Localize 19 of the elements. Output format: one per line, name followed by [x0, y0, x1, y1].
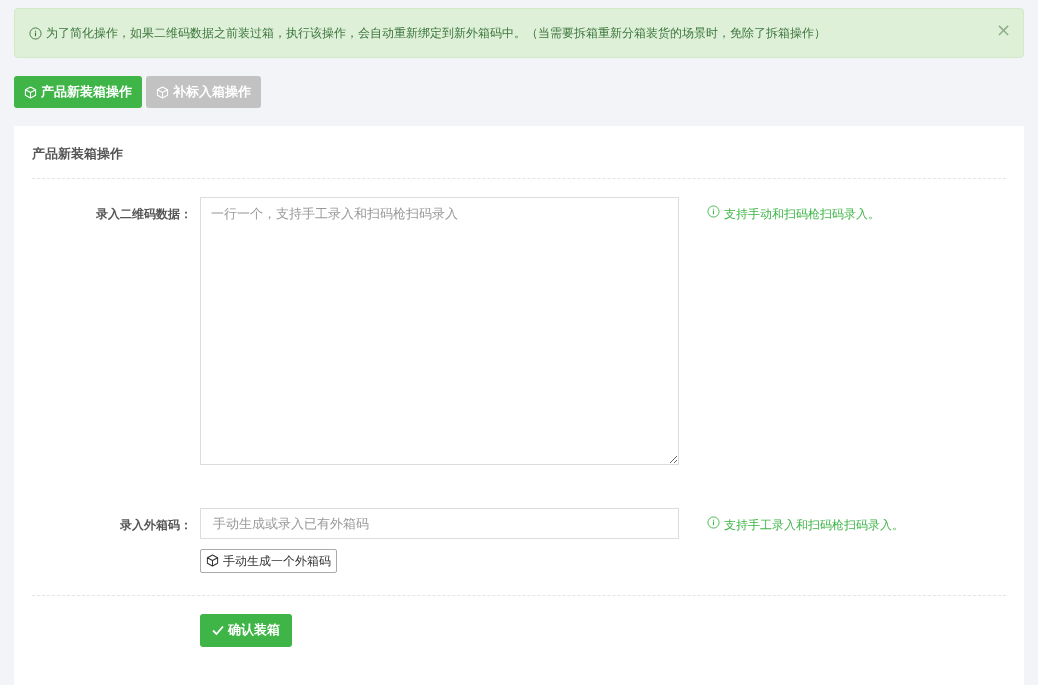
generate-button[interactable]: 手动生成一个外箱码: [200, 548, 337, 573]
info-icon: [707, 515, 720, 529]
info-icon: [707, 204, 720, 218]
check-icon: [212, 624, 224, 636]
info-icon: [29, 26, 42, 40]
hint-text: 支持手动和扫码枪扫码录入。: [724, 205, 880, 223]
field-label: 录入二维码数据：: [96, 205, 192, 223]
cube-icon: [24, 85, 37, 99]
confirm-button[interactable]: 确认装箱: [200, 613, 292, 647]
cube-icon: [156, 85, 169, 99]
field-label: 录入外箱码：: [120, 516, 192, 534]
tab-button[interactable]: 产品新装箱操作: [14, 76, 142, 108]
box-code-input[interactable]: 手动生成或录入已有外箱码: [200, 507, 679, 539]
alert-text: 为了简化操作，如果二维码数据之前装过箱，执行该操作，会自动重新绑定到新外箱码中。（当需要拆箱重新分箱装货的场景时，免除了拆箱操作）: [46, 25, 826, 42]
cube-icon: [206, 554, 219, 567]
hint-text: 支持手工录入和扫码枪扫码录入。: [724, 516, 904, 534]
close-button[interactable]: ×: [995, 21, 1011, 39]
tab-button[interactable]: 补标入箱操作: [146, 76, 261, 108]
card-title: 产品新装箱操作: [32, 145, 124, 163]
